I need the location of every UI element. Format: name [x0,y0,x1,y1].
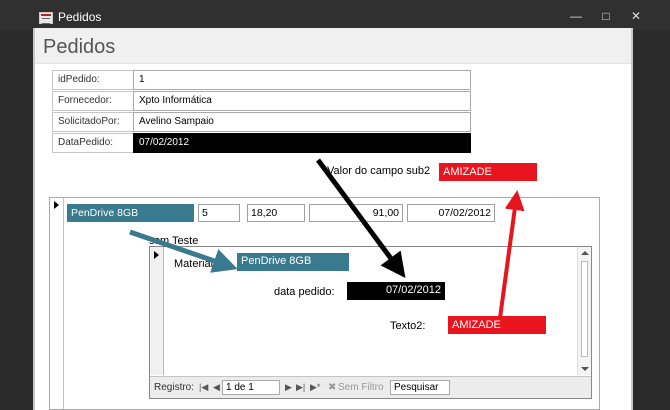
solicitadopor-label: SolicitadoPor: [52,112,144,132]
datapedido-label: DataPedido: [52,133,144,153]
next-record-icon[interactable]: ▶ [285,382,292,393]
inner-current-record-icon [154,251,159,259]
sub2-value-label: Valor do campo sub2 [327,165,431,177]
total-cell[interactable]: 91,00 [309,204,403,222]
inner-record-selector[interactable] [150,247,164,375]
record-label: Registro: [154,382,195,393]
close-icon[interactable]: ✕ [625,9,647,23]
scroll-thumb[interactable] [581,261,588,357]
scroll-down-icon[interactable] [581,367,589,371]
material-label: Material: [174,258,217,270]
data-pedido-field[interactable]: 07/02/2012 [347,282,445,300]
page-title: Pedidos [43,36,116,58]
material-cell[interactable]: PenDrive 8GB [67,204,194,222]
solicitadopor-field[interactable]: Avelino Sampaio [133,112,471,132]
fornecedor-label: Fornecedor: [52,91,144,111]
data-cell[interactable]: 07/02/2012 [407,204,495,222]
minimize-icon[interactable]: — [565,9,587,23]
last-record-icon[interactable]: ▶| [296,382,305,393]
texto2-field[interactable]: AMIZADE [448,316,546,334]
preco-cell[interactable]: 18,20 [247,204,305,222]
material-field[interactable]: PenDrive 8GB [237,253,349,271]
data-pedido-label: data pedido: [274,286,335,298]
form-icon [39,12,53,24]
search-input[interactable]: Pesquisar [390,380,450,395]
texto2-label: Texto2: [390,320,426,332]
idpedido-label: idPedido: [52,70,144,90]
quantidade-cell[interactable]: 5 [198,204,240,222]
new-record-icon[interactable]: ▶* [310,382,320,393]
form-header: Pedidos [35,28,631,64]
record-navigation-bar: Registro: |◀ ◀ 1 de 1 ▶ ▶| ▶* ✖ Sem Filt… [150,376,591,398]
record-selector[interactable] [50,198,64,409]
vertical-scrollbar[interactable] [577,247,591,375]
filter-button[interactable]: Sem Filtro [338,382,384,393]
prev-record-icon[interactable]: ◀ [213,382,220,393]
record-position[interactable]: 1 de 1 [222,380,280,395]
window-title-bar: Pedidos — □ ✕ [0,0,670,30]
idpedido-field[interactable]: 1 [133,70,471,90]
pedidos-form: Pedidos idPedido: 1 Fornecedor: Xpto Inf… [33,28,633,410]
datapedido-field[interactable]: 07/02/2012 [133,133,471,153]
filter-icon[interactable]: ✖ [328,382,336,393]
window-title: Pedidos [58,10,102,24]
subform-container: PenDrive 8GB 5 18,20 91,00 07/02/2012 ss… [49,197,600,410]
inner-subform: Material: PenDrive 8GB data pedido: 07/0… [149,246,592,399]
maximize-icon[interactable]: □ [595,9,617,23]
scroll-up-icon[interactable] [581,251,589,255]
sub2-value-field[interactable]: AMIZADE [439,163,537,181]
fornecedor-field[interactable]: Xpto Informática [133,91,471,111]
current-record-icon [54,201,59,209]
first-record-icon[interactable]: |◀ [199,382,208,393]
